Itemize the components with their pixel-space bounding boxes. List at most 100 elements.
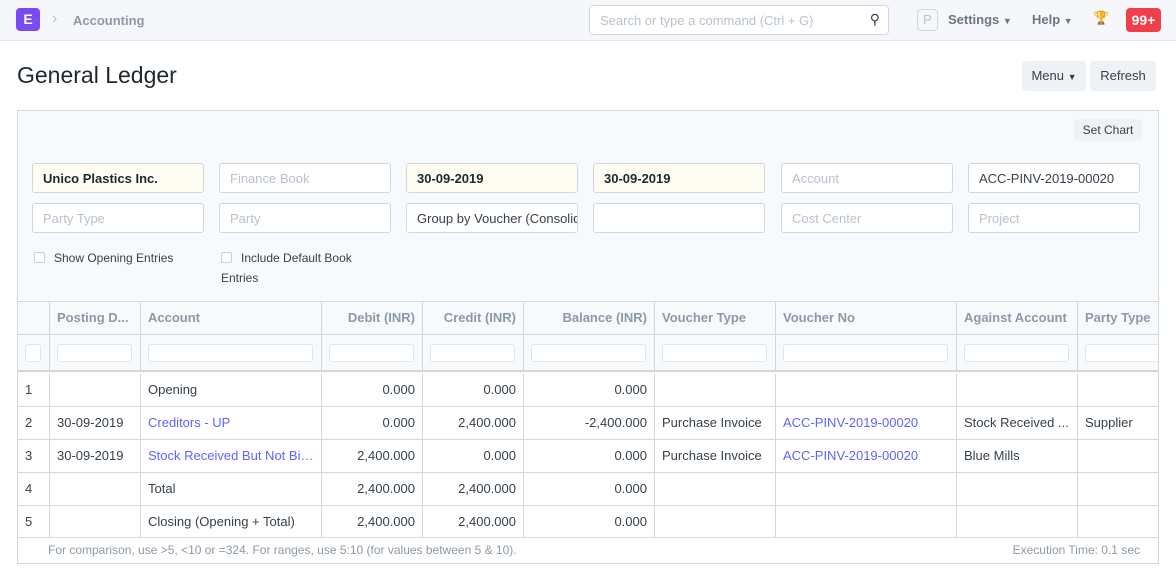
column-header[interactable]: Voucher Type (655, 302, 776, 335)
column-filter-input[interactable] (148, 344, 313, 362)
column-header[interactable]: Account (141, 302, 322, 335)
table-cell: 30-09-2019 (50, 407, 141, 440)
company-field[interactable]: Unico Plastics Inc. (32, 163, 204, 193)
table-cell: 2,400.000 (423, 473, 524, 506)
column-header[interactable]: Party Type (1078, 302, 1158, 335)
finance-book-field[interactable]: Finance Book (219, 163, 391, 193)
table-cell (50, 374, 141, 407)
column-filter-cell (423, 335, 524, 372)
column-filter-cell (50, 335, 141, 372)
column-header[interactable]: Balance (INR) (524, 302, 655, 335)
column-filter-input[interactable] (25, 344, 41, 362)
table-cell: 0.000 (423, 440, 524, 473)
app-logo[interactable]: E (16, 8, 40, 31)
voucher-no-field[interactable]: ACC-PINV-2019-00020 (968, 163, 1140, 193)
column-filter-input[interactable] (57, 344, 132, 362)
column-header[interactable]: Voucher No (776, 302, 957, 335)
show-opening-entries-checkbox[interactable]: Show Opening Entries (34, 248, 173, 268)
search-placeholder: Search or type a command (Ctrl + G) (600, 13, 814, 28)
execution-time: Execution Time: 0.1 sec (1012, 543, 1140, 557)
column-filter-input[interactable] (430, 344, 515, 362)
table-cell: 3 (18, 440, 50, 473)
table-cell[interactable]: Closing (Opening + Total) (141, 506, 322, 537)
checkbox-label: Show Opening Entries (54, 251, 174, 265)
table-cell: 2,400.000 (423, 407, 524, 440)
menu-button[interactable]: Menu ▼ (1022, 61, 1086, 91)
table-cell (1078, 374, 1158, 407)
column-filter-input[interactable] (1085, 344, 1158, 362)
table-cell[interactable]: ACC-PINV-2019-00020 (776, 440, 957, 473)
table-cell (776, 374, 957, 407)
chevron-right-icon: › (52, 10, 58, 27)
column-filter-input[interactable] (531, 344, 646, 362)
table-cell[interactable]: Stock Received But Not Bill... (141, 440, 322, 473)
to-date-field[interactable]: 30-09-2019 (593, 163, 765, 193)
settings-label: Settings (948, 12, 1000, 27)
project-field[interactable]: Project (968, 203, 1140, 233)
table-cell (655, 374, 776, 407)
table-cell[interactable]: ACC-PINV-2019-00020 (776, 407, 957, 440)
table-cell: 0.000 (524, 473, 655, 506)
navbar: E › Accounting Search or type a command … (0, 0, 1176, 41)
page-title: General Ledger (17, 62, 177, 88)
table-cell (1078, 506, 1158, 537)
table-cell: 0.000 (423, 374, 524, 407)
table-cell: 5 (18, 506, 50, 537)
table-cell: 0.000 (322, 374, 423, 407)
table-cell: 30-09-2019 (50, 440, 141, 473)
table-cell: Purchase Invoice (655, 407, 776, 440)
column-header[interactable]: Debit (INR) (322, 302, 423, 335)
checkbox-icon (221, 252, 232, 263)
settings-dropdown[interactable]: Settings ▼ (948, 12, 1012, 27)
table-cell: 0.000 (524, 506, 655, 537)
table-cell: 0.000 (524, 374, 655, 407)
column-filter-cell (524, 335, 655, 372)
from-date-field[interactable]: 30-09-2019 (406, 163, 578, 193)
column-header[interactable]: Posting D... (50, 302, 141, 335)
column-filter-cell (18, 335, 50, 372)
party-field[interactable]: Party (219, 203, 391, 233)
avatar[interactable]: P (917, 9, 938, 31)
table-cell (957, 473, 1078, 506)
table-cell: Supplier (1078, 407, 1158, 440)
column-header[interactable]: Credit (INR) (423, 302, 524, 335)
table-cell (655, 506, 776, 537)
column-filter-cell (322, 335, 423, 372)
column-header[interactable]: Against Account (957, 302, 1078, 335)
account-field[interactable]: Account (781, 163, 953, 193)
column-header[interactable] (18, 302, 50, 335)
group-by-select[interactable]: Group by Voucher (Consolidated) (406, 203, 578, 233)
column-filter-cell (776, 335, 957, 372)
help-dropdown[interactable]: Help ▼ (1032, 12, 1073, 27)
caret-down-icon: ▼ (1067, 72, 1077, 82)
breadcrumb-accounting[interactable]: Accounting (73, 13, 145, 28)
caret-down-icon: ▼ (1063, 16, 1073, 26)
column-filter-input[interactable] (964, 344, 1069, 362)
checkbox-label: Include Default Book Entries (221, 251, 352, 285)
table-cell: Stock Received ... (957, 407, 1078, 440)
refresh-button[interactable]: Refresh (1090, 61, 1156, 91)
cost-center-field[interactable]: Cost Center (781, 203, 953, 233)
include-default-book-checkbox[interactable]: Include Default Book Entries (221, 248, 381, 288)
column-filter-cell (141, 335, 322, 372)
table-cell: Blue Mills (957, 440, 1078, 473)
table-cell (776, 506, 957, 537)
table-cell[interactable]: Total (141, 473, 322, 506)
table-cell (655, 473, 776, 506)
table-cell: 2,400.000 (322, 440, 423, 473)
table-cell: 0.000 (524, 440, 655, 473)
table-cell (957, 374, 1078, 407)
trophy-icon[interactable]: 🏆 (1093, 10, 1109, 26)
table-cell[interactable]: Creditors - UP (141, 407, 322, 440)
empty-filter-field[interactable] (593, 203, 765, 233)
table-cell[interactable]: Opening (141, 374, 322, 407)
notifications-badge[interactable]: 99+ (1126, 8, 1161, 32)
column-filter-input[interactable] (662, 344, 767, 362)
checkbox-icon (34, 252, 45, 263)
search-input[interactable]: Search or type a command (Ctrl + G) ⚲ (589, 5, 889, 35)
column-filter-cell (1078, 335, 1158, 372)
party-type-field[interactable]: Party Type (32, 203, 204, 233)
column-filter-input[interactable] (783, 344, 948, 362)
set-chart-button[interactable]: Set Chart (1074, 119, 1142, 141)
column-filter-input[interactable] (329, 344, 414, 362)
